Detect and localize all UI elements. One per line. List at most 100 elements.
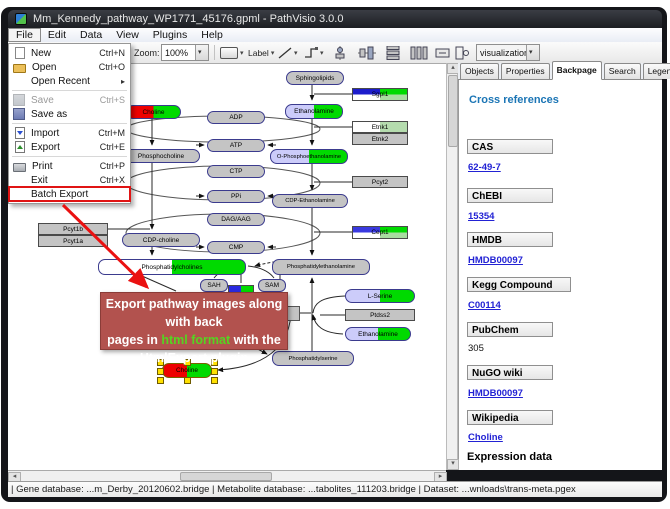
chevron-down-icon[interactable] [271,49,275,57]
connector-tool-button[interactable] [304,42,324,63]
menu-file[interactable]: File [8,28,41,42]
node-l-serine[interactable]: L-Serine [345,289,415,303]
menu-plugins[interactable]: Plugins [146,29,194,42]
node-ptdss2[interactable]: Ptdss2 [345,309,415,321]
node-label: Sgpl1 [372,91,389,98]
menu-edit[interactable]: Edit [41,29,73,42]
selection-handle[interactable] [211,377,218,384]
node-atp[interactable]: ATP [207,139,265,152]
scrollbar-thumb[interactable] [180,472,272,481]
menu-item-save[interactable]: SaveCtrl+S [9,93,130,107]
menu-item-save-as[interactable]: Save as [9,107,130,121]
chevron-down-icon[interactable] [320,49,324,57]
node-adp[interactable]: ADP [207,111,265,124]
xref-link-nugo[interactable]: HMDB00097 [468,388,523,399]
canvas-horizontal-scrollbar[interactable]: ◂ ▸ [8,470,446,481]
node-phosphocholine[interactable]: Phosphocholine [122,149,200,163]
toolbar-separator [214,45,215,60]
selection-handle[interactable] [184,377,191,384]
menu-icon-spacer [13,188,25,200]
xref-link-cas[interactable]: 62-49-7 [468,162,501,173]
scroll-down-icon[interactable]: ▾ [447,459,459,470]
node-cmp[interactable]: CMP [207,241,265,254]
selection-handle[interactable] [157,368,164,375]
node-sah[interactable]: SAH [200,279,228,292]
xref-link-wikipedia[interactable]: Choline [468,432,503,443]
common-size-button[interactable] [435,42,451,63]
chevron-down-icon[interactable] [294,49,298,57]
menu-item-exit[interactable]: ExitCtrl+X [9,173,130,187]
visualization-combobox[interactable]: visualization [476,42,540,63]
xref-value-pubchem: 305 [468,343,484,354]
node-label: Pcyt1b [63,226,83,233]
node-pcyt1b[interactable]: Pcyt1b [38,223,108,235]
title-bar[interactable]: Mm_Kennedy_pathway_WP1771_45176.gpml - P… [8,10,662,28]
node-cept1[interactable]: Cept1 [352,226,408,239]
selection-handle[interactable] [211,368,218,375]
menu-view[interactable]: View [109,29,146,42]
menu-item-open[interactable]: OpenCtrl+O [9,60,130,74]
node-pcyt2[interactable]: Pcyt2 [352,176,408,188]
node-ethanolamine-top[interactable]: Ethanolamine [285,104,343,119]
node-dag-aag[interactable]: DAG/AAG [207,213,265,226]
line-tool-button[interactable] [278,42,298,63]
chevron-down-icon[interactable] [240,49,244,57]
preview-button[interactable] [455,42,471,63]
zoom-dropdown-icon[interactable] [195,45,208,60]
node-ppi[interactable]: PPi [207,190,265,203]
visualization-dropdown-icon[interactable] [526,45,539,60]
node-sgpl1[interactable]: Sgpl1 [352,88,408,101]
menu-item-open-recent[interactable]: Open Recent [9,74,130,88]
menu-item-shortcut: Ctrl+X [100,175,125,185]
scrollbar-thumb[interactable] [448,75,458,147]
menu-item-new[interactable]: NewCtrl+N [9,46,130,60]
xref-link-chebi[interactable]: 15354 [468,211,494,222]
visualization-value: visualization [477,48,526,58]
stack-horizontal-button[interactable] [410,42,428,63]
canvas-vertical-scrollbar[interactable]: ▴ ▾ [446,63,458,470]
xref-header-nugo: NuGO wiki [467,365,553,380]
stack-vertical-button[interactable] [384,42,402,63]
node-sphingolipids[interactable]: Sphingolipids [286,71,344,85]
menu-item-label: Save as [31,109,125,120]
node-o-phosphoethanolamine[interactable]: O-Phosphoethanolamine [270,149,348,164]
menu-item-label: Import [31,128,98,139]
menu-item-print[interactable]: PrintCtrl+P [9,159,130,173]
submenu-arrow-icon [121,76,125,87]
datanode-tool-button[interactable] [220,42,244,63]
align-middle-button[interactable] [358,42,376,63]
print-icon [13,163,26,172]
node-etnk2[interactable]: Etnk2 [352,133,408,145]
node-etnk1[interactable]: Etnk1 [352,121,408,133]
tab-objects[interactable]: Objects [460,63,499,79]
menu-data[interactable]: Data [73,29,109,42]
menu-item-export[interactable]: ExportCtrl+E [9,140,130,154]
menu-item-batch-export[interactable]: Batch Export [9,187,130,201]
label-tool-button[interactable]: Label [248,42,274,63]
menu-item-import[interactable]: ImportCtrl+M [9,126,130,140]
tab-search[interactable]: Search [604,63,641,79]
zoom-combobox[interactable]: 100% [161,42,209,63]
align-center-button[interactable] [332,42,348,63]
node-phosphatidylethanolamine[interactable]: Phosphatidylethanolamine [272,259,370,275]
tab-properties[interactable]: Properties [501,63,550,79]
tab-backpage[interactable]: Backpage [552,61,602,80]
tab-legend[interactable]: Legend [643,63,670,79]
xref-header-kegg: Kegg Compound [467,277,571,292]
node-choline-top[interactable]: Choline [126,105,181,119]
node-cdp-ethanolamine[interactable]: CDP-Ethanolamine [272,194,348,208]
menu-help[interactable]: Help [194,29,230,42]
node-phosphatidylcholines[interactable]: Phosphatidylcholines [98,259,246,275]
xref-link-hmdb[interactable]: HMDB00097 [468,255,523,266]
node-ethanolamine-bottom[interactable]: Ethanolamine [345,327,411,341]
preview-icon [455,46,471,60]
xref-link-kegg[interactable]: C00114 [468,300,501,311]
node-pcyt1a[interactable]: Pcyt1a [38,235,108,247]
stack-horizontal-icon [410,46,428,60]
menu-item-shortcut: Ctrl+O [99,62,125,72]
node-sam[interactable]: SAM [258,279,286,292]
selection-handle[interactable] [157,377,164,384]
node-cdp-choline[interactable]: CDP-choline [122,233,200,247]
node-ctp[interactable]: CTP [207,165,265,178]
node-label: Pcyt1a [63,238,83,245]
